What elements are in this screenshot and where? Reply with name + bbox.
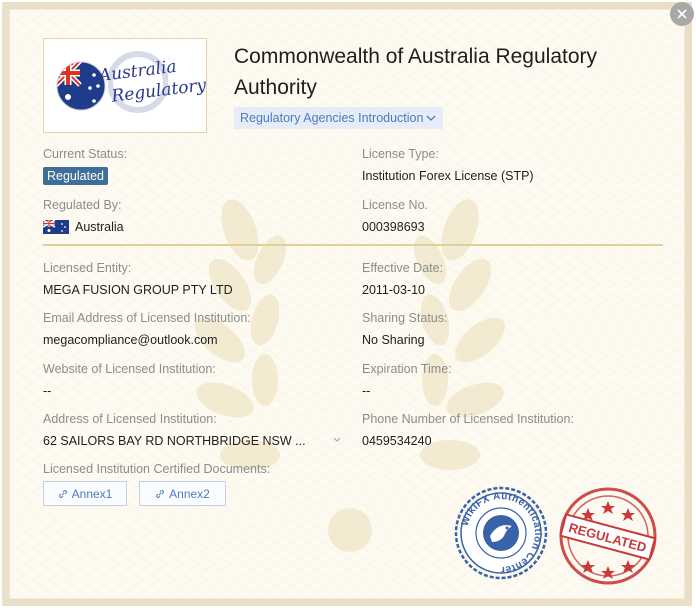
value-address: 62 SAILORS BAY RD NORTHBRIDGE NSW ... — [43, 434, 306, 448]
regulator-logo: Australia Regulatory — [43, 38, 207, 133]
field-current-status: Current Status: Regulated — [43, 146, 127, 185]
license-card: Australia Regulatory Commonwealth of Aus… — [2, 2, 692, 606]
value-expiration: -- — [362, 384, 371, 398]
field-licensed-entity: Licensed Entity: MEGA FUSION GROUP PTY L… — [43, 260, 233, 298]
close-icon — [677, 9, 687, 19]
annex-1-label: Annex1 — [71, 486, 113, 501]
expand-address-chevron-icon[interactable] — [332, 435, 342, 445]
value-email: megacompliance@outlook.com — [43, 333, 218, 347]
field-address: Address of Licensed Institution: 62 SAIL… — [43, 411, 306, 449]
label-current-status: Current Status: — [43, 147, 128, 161]
label-licensed-entity: Licensed Entity: — [43, 261, 132, 275]
section-divider — [43, 244, 663, 246]
page-title: Commonwealth of Australia Regulatory Aut… — [234, 45, 598, 99]
field-website: Website of Licensed Institution: -- — [43, 361, 216, 399]
annex-1-button[interactable]: Annex1 — [43, 481, 127, 506]
value-phone: 0459534240 — [362, 434, 432, 448]
intro-label: Regulatory Agencies Introduction — [240, 111, 424, 125]
label-email: Email Address of Licensed Institution: — [43, 311, 251, 325]
label-license-type: License Type: — [362, 147, 439, 161]
link-icon — [156, 489, 165, 498]
annex-2-button[interactable]: Annex2 — [139, 481, 226, 506]
status-badge: Regulated — [43, 167, 108, 185]
value-effective-date: 2011-03-10 — [362, 283, 426, 297]
label-effective-date: Effective Date: — [362, 261, 444, 275]
close-button[interactable] — [670, 2, 694, 26]
field-expiration: Expiration Time: -- — [362, 361, 452, 399]
label-regulated-by: Regulated By: — [43, 198, 122, 212]
value-licensed-entity: MEGA FUSION GROUP PTY LTD — [43, 283, 233, 297]
wikifx-authentication-seal: WikiFX Authentication Center — [454, 486, 548, 580]
label-expiration: Expiration Time: — [362, 362, 452, 376]
field-phone: Phone Number of Licensed Institution: 04… — [362, 411, 574, 449]
field-regulated-by: Regulated By: Australia — [43, 197, 124, 235]
field-effective-date: Effective Date: 2011-03-10 — [362, 260, 443, 298]
label-sharing-status: Sharing Status: — [362, 311, 448, 325]
eagle-icon — [483, 515, 519, 551]
australia-flag-icon — [43, 220, 69, 234]
field-license-no: License No. 000398693 — [362, 197, 428, 235]
field-license-type: License Type: Institution Forex License … — [362, 146, 534, 184]
value-license-no: 000398693 — [362, 220, 425, 234]
label-license-no: License No. — [362, 198, 429, 212]
chevron-down-icon — [426, 115, 436, 121]
value-sharing-status: No Sharing — [362, 333, 425, 347]
card-background: Australia Regulatory Commonwealth of Aus… — [9, 9, 685, 599]
annex-2-label: Annex2 — [169, 486, 210, 501]
label-address: Address of Licensed Institution: — [43, 412, 217, 426]
field-email: Email Address of Licensed Institution: m… — [43, 310, 251, 348]
value-website: -- — [43, 384, 52, 398]
value-license-type: Institution Forex License (STP) — [362, 169, 534, 183]
regulatory-introduction-button[interactable]: Regulatory Agencies Introduction — [234, 107, 444, 129]
label-website: Website of Licensed Institution: — [43, 362, 216, 376]
link-icon — [58, 489, 67, 498]
value-regulated-by: Australia — [75, 220, 124, 234]
field-sharing-status: Sharing Status: No Sharing — [362, 310, 447, 348]
field-documents: Licensed Institution Certified Documents… — [43, 461, 270, 477]
regulated-seal: REGULATED — [559, 487, 657, 585]
label-phone: Phone Number of Licensed Institution: — [362, 412, 574, 426]
label-documents: Licensed Institution Certified Documents… — [43, 462, 271, 476]
